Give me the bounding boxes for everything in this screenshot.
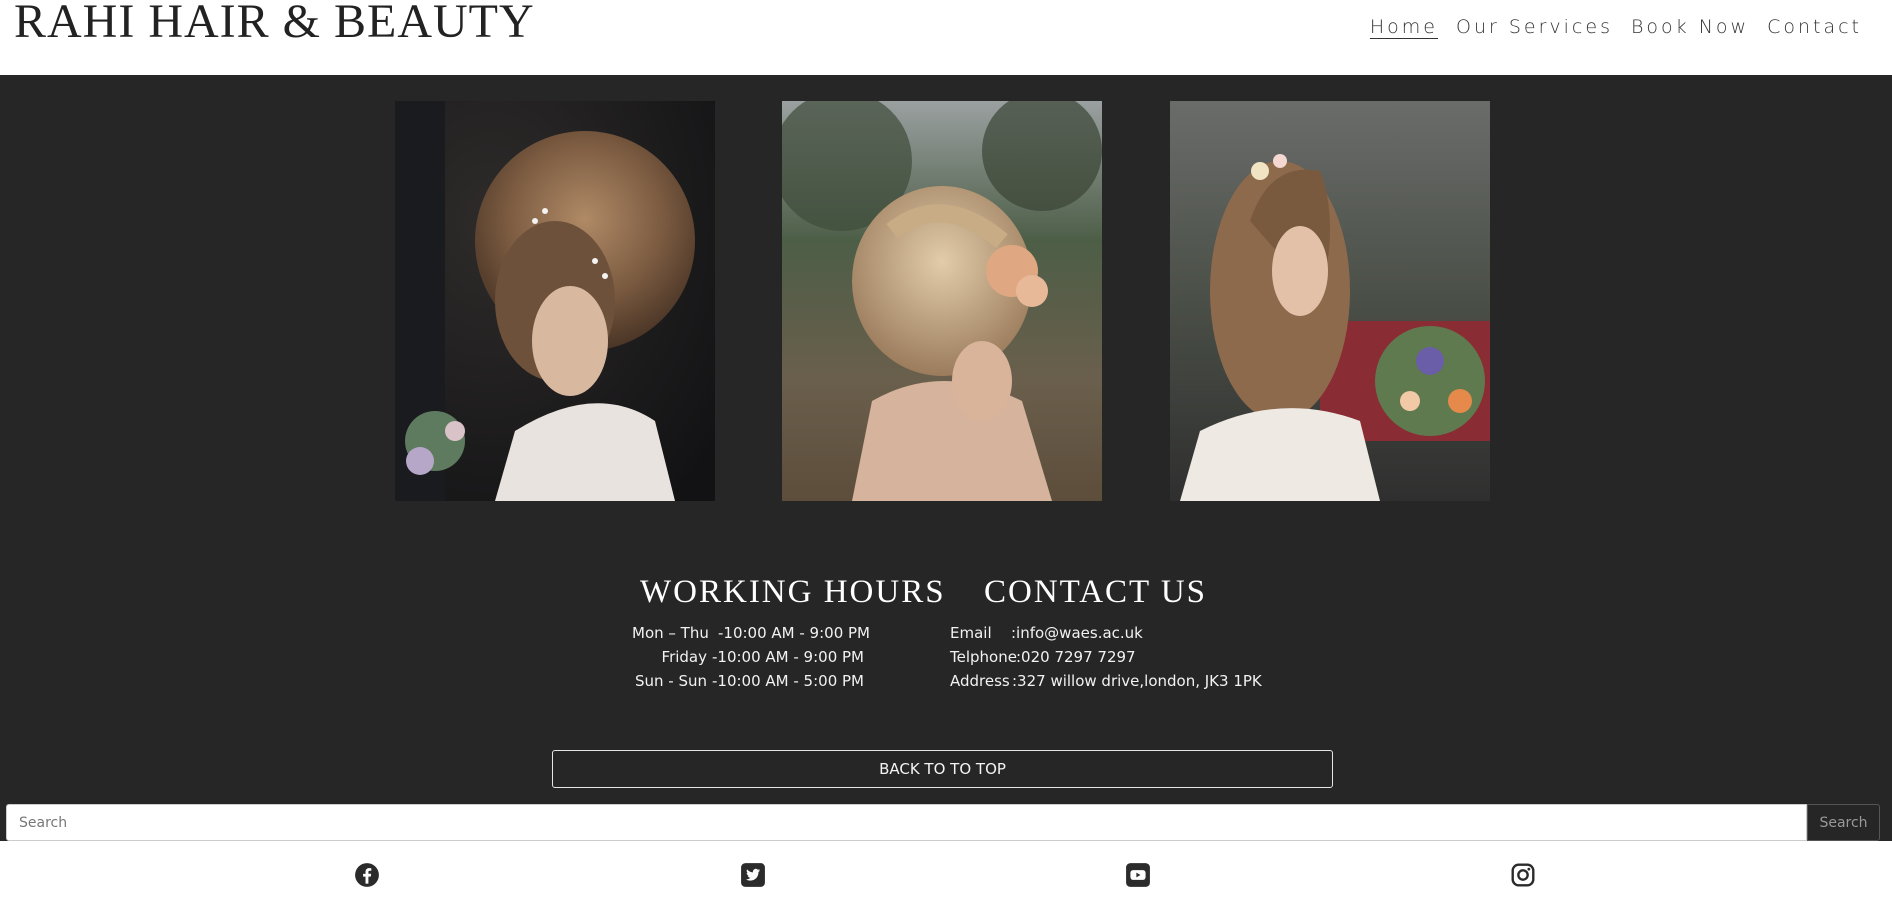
nav-book-now[interactable]: Book Now (1631, 16, 1749, 40)
contact-value-phone: :020 7297 7297 (1016, 648, 1136, 666)
hours-day-1: Mon – Thu (632, 624, 709, 642)
instagram-icon[interactable] (1510, 862, 1536, 888)
search-bar: Search (6, 804, 1880, 841)
nav-contact[interactable]: Contact (1767, 16, 1862, 40)
contact-label-email: Email (950, 624, 992, 642)
hours-day-3: Sun - Sun (634, 672, 707, 690)
contact-label-address: Address (950, 672, 1010, 690)
contact-value-email[interactable]: :info@waes.ac.uk (1011, 624, 1143, 642)
hours-time-3: -10:00 AM - 5:00 PM (712, 672, 864, 690)
social-footer (0, 841, 1892, 906)
main-section: WORKING HOURS CONTACT US Mon – Thu -10:0… (0, 75, 1892, 841)
braided-updo-with-flowers-photo (782, 101, 1102, 501)
nav-home[interactable]: Home (1370, 16, 1438, 40)
search-input[interactable] (6, 804, 1807, 841)
hours-day-2: Friday (661, 648, 707, 666)
flower-braid-bride-photo (1170, 101, 1490, 501)
contact-label-phone: Telphone (950, 648, 1017, 666)
hours-time-1: -10:00 AM - 9:00 PM (718, 624, 870, 642)
contact-us-heading: CONTACT US (984, 574, 1208, 610)
back-to-top-button[interactable]: BACK TO TO TOP (552, 750, 1333, 788)
working-hours-heading: WORKING HOURS (640, 574, 946, 610)
nav-our-services[interactable]: Our Services (1456, 16, 1613, 40)
youtube-icon[interactable] (1125, 862, 1151, 888)
site-header: RAHI HAIR & BEAUTY Home Our Services Boo… (0, 0, 1892, 75)
search-button[interactable]: Search (1807, 804, 1880, 841)
hours-time-2: -10:00 AM - 9:00 PM (712, 648, 864, 666)
twitter-icon[interactable] (740, 862, 766, 888)
bridal-updo-photo (395, 101, 715, 501)
main-nav: Home Our Services Book Now Contact (1370, 16, 1862, 40)
facebook-icon[interactable] (354, 862, 380, 888)
contact-value-address: :327 willow drive,london, JK3 1PK (1012, 672, 1262, 690)
brand-logo-text[interactable]: RAHI HAIR & BEAUTY (14, 0, 535, 49)
